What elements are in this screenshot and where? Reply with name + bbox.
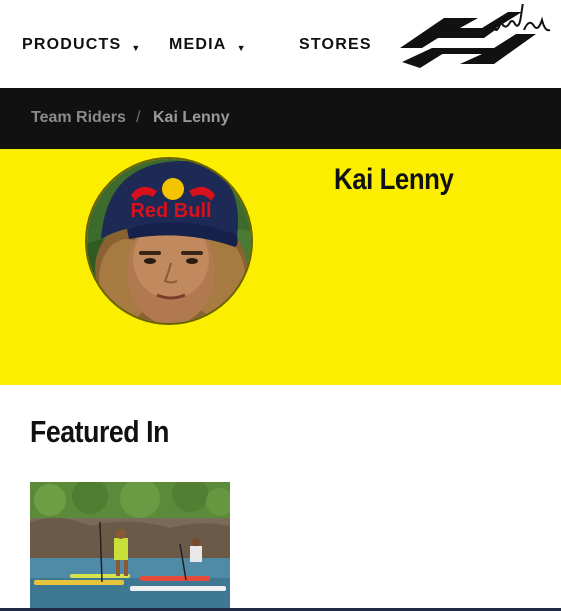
site-header: PRODUCTS ▼ MEDIA ▼ STORES [0,0,561,88]
featured-article-thumbnail[interactable] [30,482,230,609]
featured-photo-image [30,482,230,609]
rider-avatar: Red Bull [85,157,253,325]
breadcrumb-separator: / [136,109,141,126]
featured-in-heading: Featured In [30,414,169,449]
rider-name: Kai Lenny [334,163,454,196]
breadcrumb-team-riders-link[interactable]: Team Riders [31,109,126,127]
nav-media[interactable]: MEDIA ▼ [169,36,247,54]
nav-stores-label: STORES [299,36,372,53]
breadcrumb-current: Kai Lenny [153,109,230,126]
rider-hero: Red Bull Kai Lenny [0,149,561,385]
nav-products-label: PRODUCTS [22,36,122,53]
breadcrumb: Team Riders / Kai Lenny [0,88,561,149]
nav-media-label: MEDIA [169,36,227,53]
chevron-down-icon: ▼ [236,43,247,53]
chevron-down-icon: ▼ [131,43,142,53]
rider-portrait-image: Red Bull [87,159,251,323]
cap-logo-text: Red Bull [130,200,211,222]
nav-stores[interactable]: STORES [299,36,372,54]
nav-products[interactable]: PRODUCTS ▼ [22,36,142,54]
naish-logo[interactable] [398,4,554,76]
